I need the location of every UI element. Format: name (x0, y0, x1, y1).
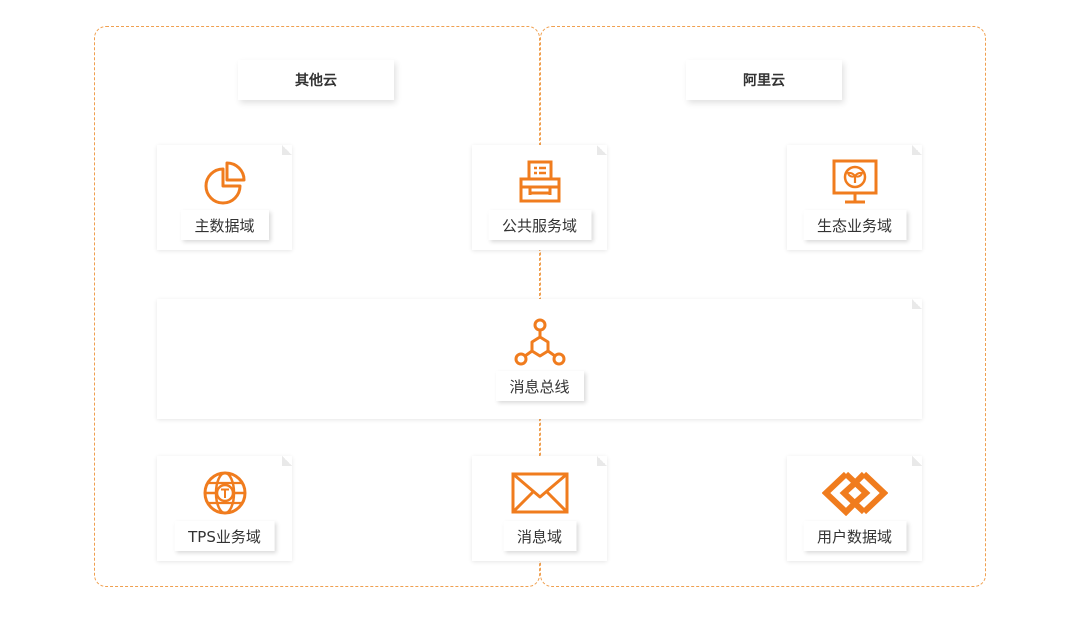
public-service-domain-label: 公共服务域 (487, 210, 592, 240)
master-data-domain-card: 主数据域 (157, 145, 292, 250)
user-data-domain-card: 用户数据域 (787, 456, 922, 561)
message-bus-label: 消息总线 (495, 371, 584, 401)
ecosystem-domain-card: 生态业务域 (787, 145, 922, 250)
other-cloud-label: 其他云 (238, 60, 394, 100)
printer-icon (517, 159, 563, 209)
message-domain-card: 消息域 (472, 456, 607, 561)
message-bus-card: 消息总线 (157, 299, 922, 419)
user-data-domain-label: 用户数据域 (802, 521, 907, 551)
linked-diamonds-icon (821, 470, 888, 520)
alibaba-cloud-label: 阿里云 (686, 60, 842, 100)
monitor-sprout-icon (832, 159, 878, 209)
tps-domain-label: TPS业务域 (174, 521, 275, 551)
globe-icon (202, 470, 248, 520)
public-service-domain-card: 公共服务域 (472, 145, 607, 250)
master-data-domain-label: 主数据域 (180, 210, 269, 240)
ecosystem-domain-label: 生态业务域 (802, 210, 907, 240)
pie-chart-icon (202, 159, 248, 209)
message-domain-label: 消息域 (502, 521, 577, 551)
envelope-icon (510, 470, 570, 520)
network-nodes-icon (513, 317, 567, 373)
tps-domain-card: TPS业务域 (157, 456, 292, 561)
